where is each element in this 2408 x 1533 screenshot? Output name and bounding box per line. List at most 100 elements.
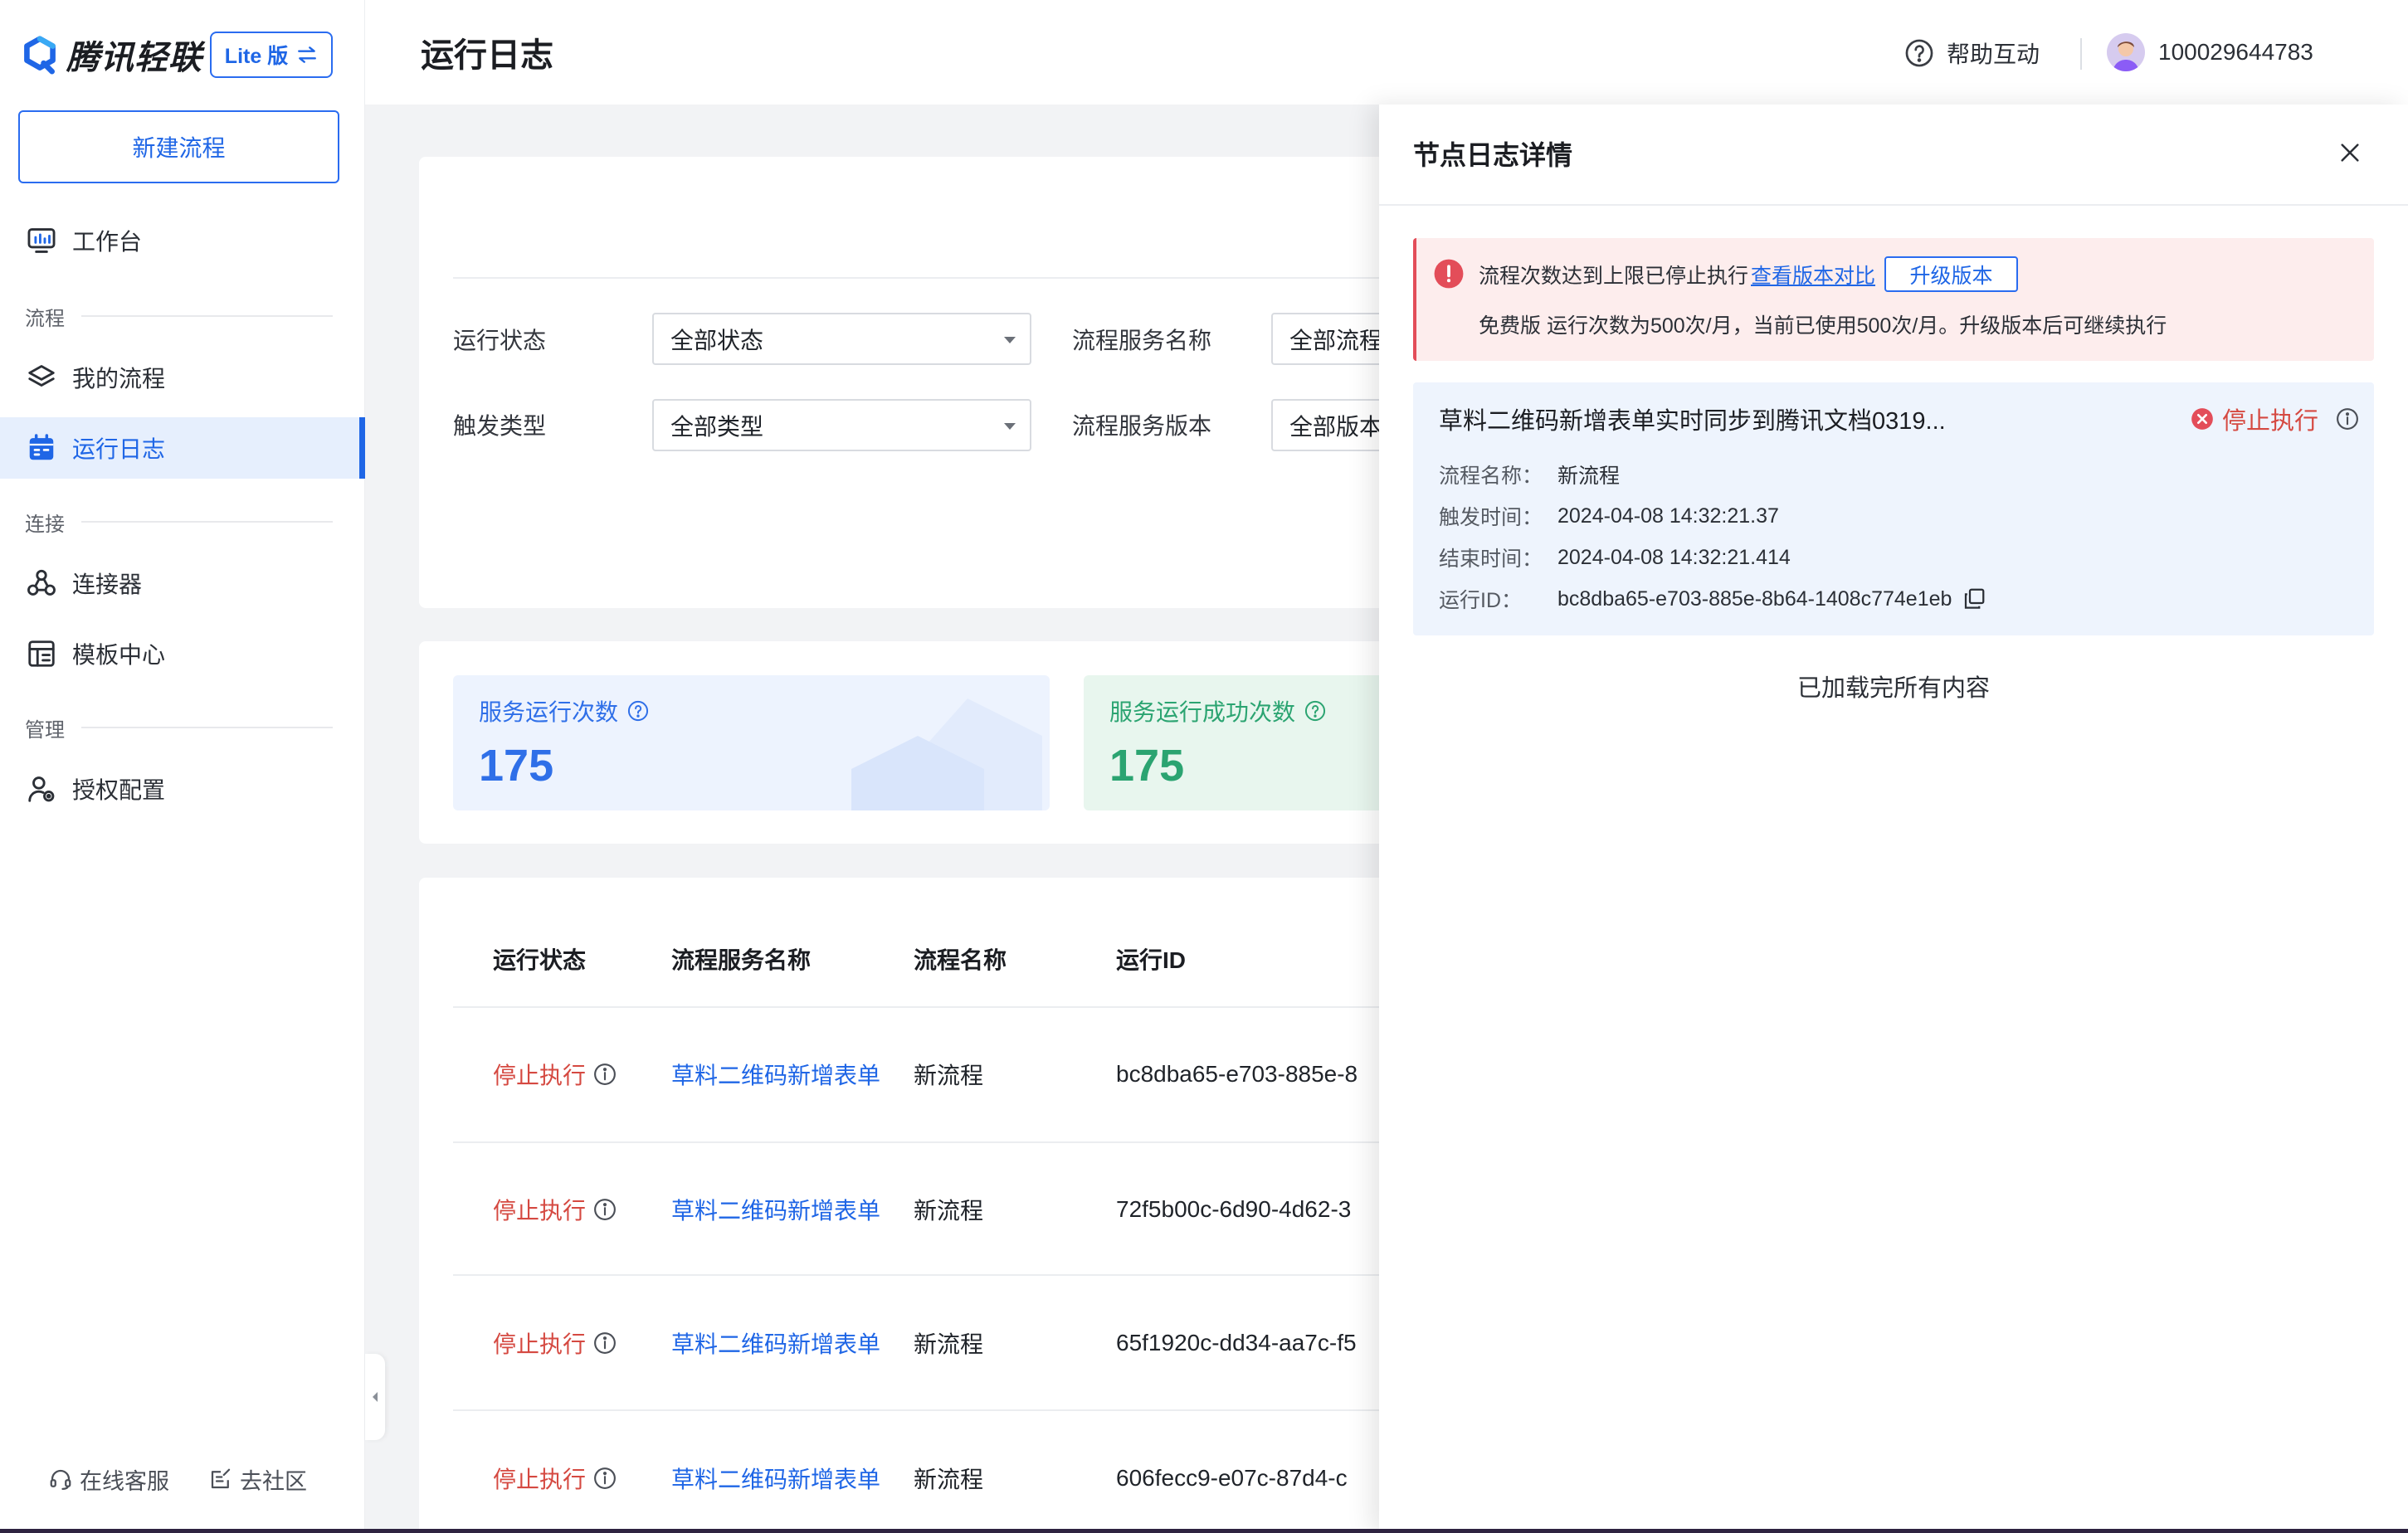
stat-label: 服务运行成功次数 [1109, 694, 1327, 728]
sidebar-item-templates[interactable]: 模板中心 [0, 623, 365, 684]
community-link[interactable]: 去社区 [208, 1462, 307, 1496]
field-flow-name: 流程名称： 新流程 [1439, 460, 1620, 489]
field-key: 触发时间： [1439, 506, 1543, 529]
error-x-icon [2191, 407, 2214, 431]
field-key: 运行ID： [1439, 589, 1523, 612]
status-cell: 停止执行 [493, 1326, 617, 1360]
status-text: 停止执行 [493, 1467, 587, 1492]
sidebar-item-label: 连接器 [72, 572, 143, 597]
flow-name-cell: 新流程 [914, 1063, 984, 1088]
field-run-id: 运行ID： bc8dba65-e703-885e-8b64-1408c774e1… [1439, 584, 1986, 614]
column-header: 流程服务名称 [671, 947, 812, 973]
top-header: 运行日志 [365, 0, 2408, 105]
connector-icon [26, 567, 57, 599]
column-header: 运行状态 [493, 947, 587, 973]
section-divider [81, 521, 333, 523]
sidebar-item-label: 工作台 [72, 229, 143, 255]
field-trigger-time: 触发时间： 2024-04-08 14:32:21.37 [1439, 501, 1779, 531]
section-title: 管理 [25, 718, 65, 742]
dashboard-icon [26, 225, 57, 256]
service-version-label: 流程服务版本 [1072, 413, 1212, 439]
tencent-qinglian-logo-icon [22, 35, 58, 75]
close-icon[interactable] [2337, 139, 2363, 166]
info-icon[interactable] [2335, 406, 2360, 431]
drawer-title: 节点日志详情 [1413, 140, 1573, 170]
edit-note-icon [208, 1467, 240, 1492]
select-value: 全部类型 [670, 413, 764, 440]
status-text: 停止执行 [493, 1063, 587, 1088]
stat-label: 服务运行次数 [479, 694, 650, 728]
status-text: 停止执行 [493, 1331, 587, 1357]
stat-label-text: 服务运行成功次数 [1109, 699, 1296, 725]
online-support-link[interactable]: 在线客服 [48, 1462, 169, 1496]
status-cell: 停止执行 [493, 1058, 617, 1091]
screen-bottom-edge [0, 1529, 2408, 1533]
alert-message: 流程次数达到上限已停止执行 [1479, 265, 1749, 288]
caret-down-icon [1003, 336, 1016, 344]
all-loaded-text: 已加载完所有内容 [1796, 675, 1990, 702]
app-logo[interactable]: 腾讯轻联 [22, 33, 202, 76]
copy-icon[interactable] [1962, 586, 1986, 611]
user-settings-icon [26, 773, 57, 805]
info-icon[interactable] [586, 1062, 617, 1087]
switch-icon [296, 46, 318, 64]
calendar-icon [26, 432, 57, 464]
trigger-type-select[interactable]: 全部类型 [652, 399, 1031, 451]
community-label: 去社区 [240, 1468, 307, 1494]
sidebar-item-run-logs[interactable]: 运行日志 [0, 417, 365, 479]
run-id-cell: bc8dba65-e703-885e-8 [1116, 1061, 1358, 1087]
upgrade-button[interactable]: 升级版本 [1884, 256, 2018, 292]
template-icon [26, 638, 57, 669]
service-name-link[interactable]: 草料二维码新增表单 [671, 1462, 880, 1495]
avatar[interactable] [2107, 33, 2145, 71]
alert-detail: 免费版 运行次数为500次/月，当前已使用500次/月。升级版本后可继续执行 [1479, 314, 2167, 338]
section-title: 流程 [25, 307, 65, 330]
select-value: 全部流程 [1289, 327, 1383, 353]
help-circle-icon[interactable] [618, 699, 650, 723]
run-detail-card: 草料二维码新增表单实时同步到腾讯文档0319... 停止执行 流程名称： 新流程… [1413, 382, 2374, 635]
run-id-cell: 65f1920c-dd34-aa7c-f5 [1116, 1330, 1357, 1355]
run-title: 草料二维码新增表单实时同步到腾讯文档0319... [1439, 408, 1946, 435]
field-value: 新流程 [1557, 465, 1621, 488]
sidebar-item-workbench[interactable]: 工作台 [0, 210, 365, 271]
run-status-select[interactable]: 全部状态 [652, 313, 1031, 365]
info-icon[interactable] [586, 1197, 617, 1222]
section-divider [81, 315, 333, 317]
user-id[interactable]: 100029644783 [2158, 36, 2313, 69]
service-name-label: 流程服务名称 [1072, 328, 1212, 353]
help-button[interactable]: 帮助互动 [1903, 36, 2040, 70]
new-flow-button[interactable]: 新建流程 [18, 110, 339, 183]
field-value: 2024-04-08 14:32:21.414 [1557, 545, 1791, 569]
info-icon[interactable] [586, 1466, 617, 1491]
edition-switch-button[interactable]: Lite 版 [210, 32, 333, 78]
sidebar-item-label: 模板中心 [72, 642, 166, 668]
help-circle-icon[interactable] [1295, 699, 1327, 723]
status-cell: 停止执行 [493, 1462, 617, 1495]
compare-versions-link[interactable]: 查看版本对比 [1751, 260, 1875, 290]
status-cell: 停止执行 [493, 1193, 617, 1226]
error-icon [1433, 258, 1465, 290]
page-title: 运行日志 [421, 37, 553, 74]
run-status-label: 运行状态 [453, 328, 547, 353]
info-icon[interactable] [586, 1331, 617, 1355]
status-text: 停止执行 [493, 1198, 587, 1224]
stat-label-text: 服务运行次数 [479, 699, 619, 725]
service-name-link[interactable]: 草料二维码新增表单 [671, 1193, 880, 1226]
stat-tile-total-runs: 服务运行次数 175 [453, 675, 1050, 810]
drawer-divider [1379, 204, 2408, 206]
field-key: 流程名称： [1439, 465, 1543, 488]
help-label: 帮助互动 [1947, 41, 2040, 67]
sidebar-item-authorization[interactable]: 授权配置 [0, 758, 365, 820]
service-name-link[interactable]: 草料二维码新增表单 [671, 1058, 880, 1091]
trigger-type-label: 触发类型 [453, 413, 547, 439]
section-divider [81, 727, 333, 728]
run-status-text: 停止执行 [2222, 408, 2319, 435]
sidebar-collapse-handle[interactable] [365, 1354, 385, 1440]
section-title: 连接 [25, 513, 65, 536]
sidebar-item-my-flows[interactable]: 我的流程 [0, 347, 365, 408]
field-value: bc8dba65-e703-885e-8b64-1408c774e1eb [1557, 586, 1952, 611]
sidebar-item-connectors[interactable]: 连接器 [0, 552, 365, 614]
help-circle-icon [1903, 37, 1947, 69]
service-name-link[interactable]: 草料二维码新增表单 [671, 1326, 880, 1360]
stat-value: 175 [1109, 741, 1185, 791]
